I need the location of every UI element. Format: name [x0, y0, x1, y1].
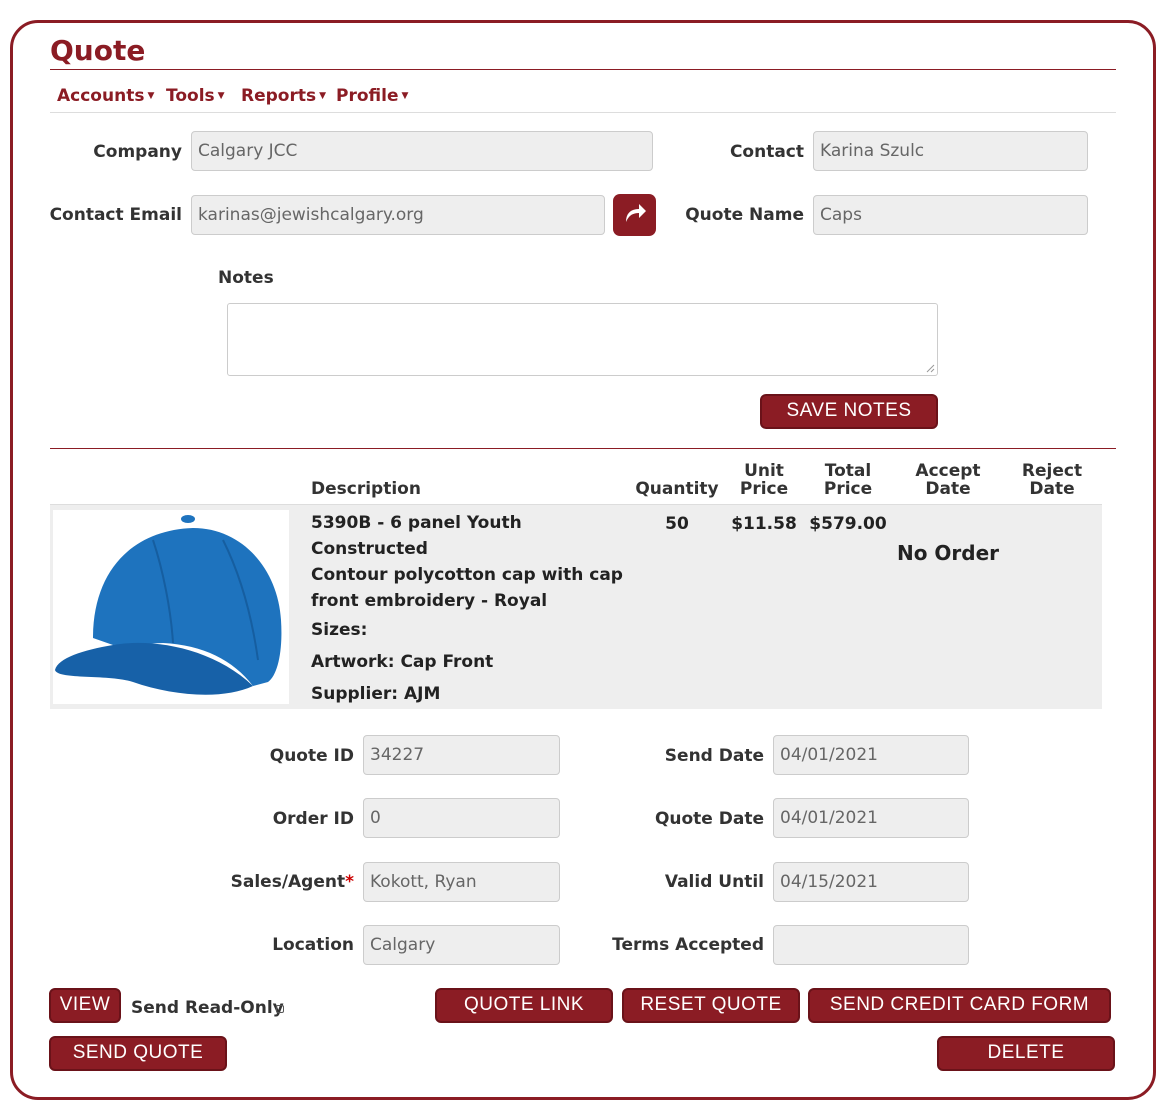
- item-supplier: Supplier: AJM: [311, 684, 441, 704]
- header-accept-date-line2: Date: [925, 479, 971, 499]
- location-field[interactable]: Calgary: [363, 925, 560, 965]
- sales-agent-label-text: Sales/Agent: [230, 872, 346, 892]
- header-reject-date: Reject Date: [1007, 462, 1097, 498]
- send-read-only-label: Send Read-Only: [131, 998, 284, 1018]
- delete-button[interactable]: DELETE: [937, 1036, 1115, 1071]
- item-artwork: Artwork: Cap Front: [311, 652, 494, 672]
- cap-image-icon: [55, 515, 282, 695]
- required-marker: *: [345, 872, 354, 892]
- nav-tools-label: Tools: [166, 86, 215, 106]
- header-total-price-line1: Total: [824, 461, 872, 481]
- contact-field[interactable]: Karina Szulc: [813, 131, 1088, 171]
- section-rule: [50, 448, 1116, 449]
- company-label: Company: [93, 142, 182, 162]
- company-field[interactable]: Calgary JCC: [191, 131, 653, 171]
- share-arrow-icon: [626, 204, 646, 222]
- item-title-line1: 5390B - 6 panel Youth Constructed: [311, 513, 522, 559]
- send-quote-button[interactable]: SEND QUOTE: [49, 1036, 227, 1071]
- quote-name-field[interactable]: Caps: [813, 195, 1088, 235]
- quote-id-label: Quote ID: [269, 746, 354, 766]
- quote-link-button[interactable]: QUOTE LINK: [435, 988, 613, 1023]
- valid-until-field[interactable]: 04/15/2021: [773, 862, 969, 902]
- terms-accepted-label: Terms Accepted: [612, 935, 764, 955]
- nav-accounts[interactable]: Accounts ▼: [57, 86, 154, 106]
- item-title-line2: Contour polycotton cap with cap: [311, 565, 623, 585]
- location-label: Location: [272, 935, 354, 955]
- quote-name-label: Quote Name: [685, 205, 804, 225]
- send-credit-card-form-button[interactable]: SEND CREDIT CARD FORM: [808, 988, 1111, 1023]
- order-status: No Order: [896, 541, 1000, 565]
- caret-down-icon: ▼: [319, 91, 327, 101]
- contact-email-label: Contact Email: [49, 205, 182, 225]
- send-date-field[interactable]: 04/01/2021: [773, 735, 969, 775]
- sales-agent-label: Sales/Agent*: [200, 872, 354, 892]
- item-sizes: Sizes:: [311, 620, 368, 640]
- header-unit-price: Unit Price: [724, 462, 804, 498]
- item-description: 5390B - 6 panel Youth Constructed Contou…: [311, 510, 631, 707]
- reset-quote-button[interactable]: RESET QUOTE: [622, 988, 800, 1023]
- title-rule: [50, 69, 1116, 70]
- caret-down-icon: ▼: [147, 91, 155, 101]
- header-unit-price-line1: Unit: [744, 461, 784, 481]
- resize-grip-icon: [926, 364, 935, 373]
- forward-email-button[interactable]: [613, 194, 656, 236]
- quote-date-field[interactable]: 04/01/2021: [773, 798, 969, 838]
- nav-profile-label: Profile: [336, 86, 399, 106]
- header-accept-date-line1: Accept: [915, 461, 981, 481]
- product-image: [53, 510, 289, 704]
- nav-profile[interactable]: Profile ▼: [336, 86, 408, 106]
- send-date-label: Send Date: [664, 746, 764, 766]
- save-notes-button[interactable]: SAVE NOTES: [760, 394, 938, 429]
- nav-divider: [50, 112, 1116, 113]
- nav-accounts-label: Accounts: [57, 86, 145, 106]
- header-reject-date-line2: Date: [1029, 479, 1075, 499]
- quote-id-field[interactable]: 34227: [363, 735, 560, 775]
- contact-email-field[interactable]: karinas@jewishcalgary.org: [191, 195, 605, 235]
- header-quantity: Quantity: [635, 479, 719, 499]
- notes-textarea[interactable]: [227, 303, 938, 376]
- nav-tools[interactable]: Tools ▼: [166, 86, 225, 106]
- send-read-only-checkbox[interactable]: [276, 1005, 284, 1013]
- header-accept-date: Accept Date: [903, 462, 993, 498]
- terms-accepted-field[interactable]: [773, 925, 969, 965]
- header-total-price-line2: Price: [823, 479, 873, 499]
- notes-label: Notes: [218, 268, 274, 288]
- order-id-field[interactable]: 0: [363, 798, 560, 838]
- nav-reports[interactable]: Reports ▼: [241, 86, 326, 106]
- sales-agent-field[interactable]: Kokott, Ryan: [363, 862, 560, 902]
- contact-label: Contact: [729, 142, 804, 162]
- item-title-line3: front embroidery - Royal: [311, 591, 548, 611]
- page-title: Quote: [50, 34, 146, 67]
- nav-reports-label: Reports: [241, 86, 317, 106]
- quote-date-label: Quote Date: [654, 809, 764, 829]
- view-button[interactable]: VIEW: [49, 988, 121, 1023]
- caret-down-icon: ▼: [217, 91, 225, 101]
- header-unit-price-line2: Price: [739, 479, 789, 499]
- item-unit-price: $11.58: [731, 514, 797, 534]
- item-total-price: $579.00: [809, 514, 887, 534]
- caret-down-icon: ▼: [401, 91, 409, 101]
- valid-until-label: Valid Until: [664, 872, 764, 892]
- header-reject-date-line1: Reject: [1021, 461, 1083, 481]
- order-id-label: Order ID: [272, 809, 354, 829]
- header-total-price: Total Price: [808, 462, 888, 498]
- item-quantity: 50: [665, 514, 689, 534]
- header-description: Description: [311, 479, 421, 499]
